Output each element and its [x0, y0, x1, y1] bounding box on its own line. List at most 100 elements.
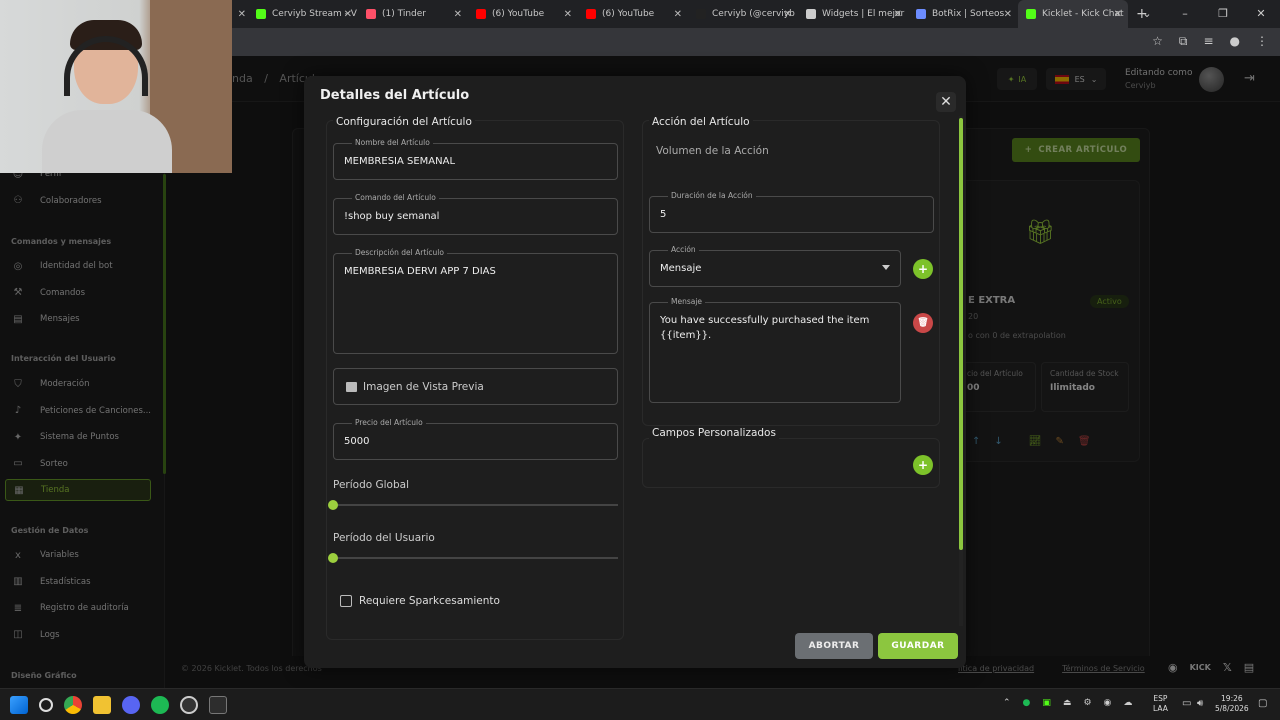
user-period-slider[interactable] [333, 557, 618, 559]
tray-usb-icon[interactable]: ⏏ [1063, 698, 1072, 708]
volume-icon[interactable]: 🔊︎ [1197, 698, 1203, 709]
browser-tab[interactable]: Widgets | El mejor ✕ [798, 0, 908, 28]
user-period-thumb[interactable] [328, 553, 338, 563]
item-command-field[interactable]: Comando del Artículo !shop buy semanal [333, 193, 618, 235]
system-tray: ⌃ ● ▣ ⏏ ⚙ ◉ ☁ [1003, 698, 1132, 708]
tab-favicon-icon [256, 9, 266, 19]
action-duration-value: 5 [660, 209, 667, 220]
tab-close-icon[interactable]: ✕ [564, 9, 572, 20]
action-volume-label: Volumen de la Acción [656, 145, 769, 157]
tab-close-icon[interactable]: ✕ [454, 9, 462, 20]
item-description-field[interactable]: Descripción del Artículo MEMBRESIA DERVI… [333, 248, 618, 354]
modal-scrollbar-thumb[interactable] [959, 118, 963, 550]
add-action-button[interactable]: + [913, 259, 933, 279]
clock[interactable]: 19:26 5/8/2026 [1215, 694, 1249, 714]
tray-settings-icon[interactable]: ⚙ [1083, 698, 1091, 708]
clock-date: 5/8/2026 [1215, 704, 1249, 713]
input-language[interactable]: ESP LAA [1153, 694, 1168, 714]
lang-line2: LAA [1153, 704, 1168, 713]
notification-icon[interactable]: ▢ [1258, 698, 1267, 709]
message-textarea[interactable] [650, 303, 900, 402]
webcam-person [42, 20, 172, 173]
tab-favicon-icon [1026, 9, 1036, 19]
tab-close-icon[interactable]: ✕ [784, 9, 792, 20]
tab-favicon-icon [916, 9, 926, 19]
obs-icon[interactable] [180, 696, 198, 714]
browser-tab[interactable]: (6) YouTube ✕ [468, 0, 578, 28]
item-name-value: MEMBRESIA SEMANAL [344, 156, 456, 167]
action-select-value: Mensaje [660, 263, 702, 274]
reading-list-icon[interactable]: ≡ [1203, 34, 1213, 49]
discord-taskbar-icon[interactable] [122, 696, 140, 714]
browser-tab[interactable]: (6) YouTube ✕ [578, 0, 688, 28]
requires-label: Requiere Sparkcesamiento [359, 595, 500, 607]
tab-label: Cerviyb (@cerviyb [712, 9, 795, 19]
tray-discord-icon[interactable]: ◉ [1104, 698, 1112, 708]
delete-message-button[interactable]: 🗑︎ [913, 313, 933, 333]
tab-close-icon[interactable]: ✕ [674, 9, 682, 20]
bookmark-star-icon[interactable]: ☆ [1152, 34, 1163, 49]
tab-close-icon[interactable]: ✕ [1004, 9, 1012, 20]
browser-tab[interactable]: Cerviyb (@cerviyb ✕ [688, 0, 798, 28]
browser-tab[interactable]: Kicklet - Kick Chat ✕ [1018, 0, 1128, 28]
item-command-label: Comando del Artículo [352, 193, 439, 202]
tab-close-icon[interactable]: ✕ [238, 9, 246, 20]
maximize-icon[interactable]: ❐ [1204, 0, 1242, 28]
close-icon[interactable]: ✕ [936, 92, 956, 112]
browser-tab[interactable]: ✕ [232, 0, 248, 28]
item-details-modal: Detalles del Artículo ✕ Configuración de… [304, 76, 966, 668]
item-name-field[interactable]: Nombre del Artículo MEMBRESIA SEMANAL [333, 138, 618, 180]
add-custom-field-button[interactable]: + [913, 455, 933, 475]
item-name-label: Nombre del Artículo [352, 138, 433, 147]
tab-label: BotRix | Sorteos [932, 9, 1005, 19]
action-section-title: Acción del Artículo [649, 116, 753, 128]
item-description-label: Descripción del Artículo [352, 248, 447, 257]
window-close-icon[interactable]: ✕ [1242, 0, 1280, 28]
global-period-thumb[interactable] [328, 500, 338, 510]
tray-chevron-icon[interactable]: ⌃ [1003, 698, 1011, 708]
tab-favicon-icon [366, 9, 376, 19]
save-button[interactable]: GUARDAR [878, 633, 958, 659]
requires-checkbox[interactable] [340, 595, 352, 607]
browser-tab[interactable]: (1) Tinder ✕ [358, 0, 468, 28]
tab-close-icon[interactable]: ✕ [894, 9, 902, 20]
browser-menu-icon[interactable]: ⋮ [1256, 34, 1268, 49]
tab-favicon-icon [696, 9, 706, 19]
windows-taskbar: ⌃ ● ▣ ⏏ ⚙ ◉ ☁ ▭ 🔊︎ ▢ [0, 688, 1280, 720]
extensions-icon[interactable]: ⧉ [1179, 34, 1188, 49]
action-duration-field[interactable]: Duración de la Acción 5 [649, 191, 934, 233]
tab-favicon-icon [476, 9, 486, 19]
tray-cloud-icon[interactable]: ☁ [1123, 698, 1132, 708]
chrome-icon[interactable] [64, 696, 82, 714]
config-section-title: Configuración del Artículo [333, 116, 475, 128]
tab-label: (6) YouTube [602, 9, 655, 19]
spotify-icon[interactable] [151, 696, 169, 714]
profile-icon[interactable]: ● [1230, 34, 1240, 49]
windows-start-icon[interactable] [10, 696, 28, 714]
tab-favicon-icon [806, 9, 816, 19]
browser-tab[interactable]: Cerviyb Stream - V ✕ [248, 0, 358, 28]
minimize-icon[interactable]: – [1166, 0, 1204, 28]
search-icon[interactable] [39, 698, 53, 712]
browser-tab[interactable]: BotRix | Sorteos ✕ [908, 0, 1018, 28]
item-price-value: 5000 [344, 436, 370, 447]
message-field[interactable]: Mensaje [649, 297, 901, 403]
network-icon[interactable]: ▭ [1182, 698, 1191, 709]
tab-label: Widgets | El mejor [822, 9, 905, 19]
file-explorer-icon[interactable] [93, 696, 111, 714]
preview-image-button[interactable]: Imagen de Vista Previa [333, 368, 618, 405]
kicklet-app-icon[interactable] [209, 696, 227, 714]
preview-image-label: Imagen de Vista Previa [363, 380, 484, 393]
abort-button[interactable]: ABORTAR [795, 633, 873, 659]
tab-close-icon[interactable]: ✕ [1114, 9, 1122, 20]
tab-search-icon[interactable]: ⌄ [1128, 0, 1166, 28]
action-select-label: Acción [668, 245, 699, 254]
global-period-slider[interactable] [333, 504, 618, 506]
item-price-field[interactable]: Precio del Artículo 5000 [333, 418, 618, 460]
tab-close-icon[interactable]: ✕ [344, 9, 352, 20]
tray-app-icon[interactable]: ▣ [1042, 698, 1051, 708]
action-select[interactable]: Acción Mensaje [649, 245, 901, 287]
item-description-value: MEMBRESIA DERVI APP 7 DIAS [344, 266, 496, 277]
tray-spotify-icon[interactable]: ● [1023, 698, 1031, 708]
item-price-label: Precio del Artículo [352, 418, 426, 427]
